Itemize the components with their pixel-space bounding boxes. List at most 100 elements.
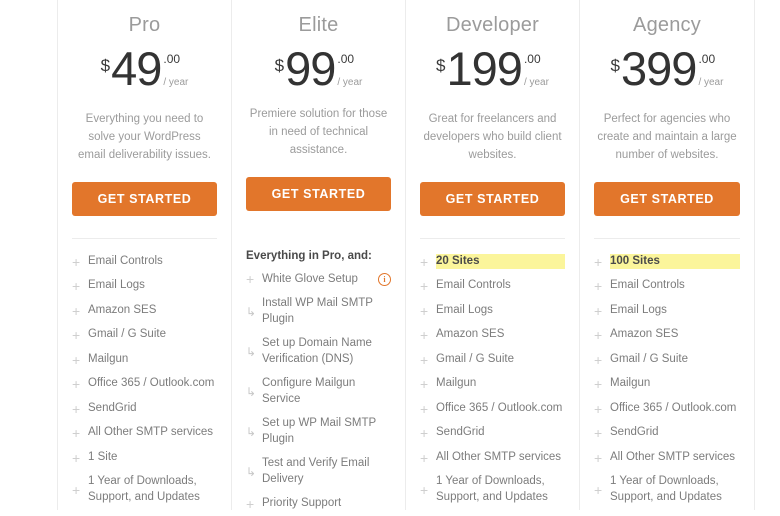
plus-icon: +: [594, 449, 603, 466]
pricing-table: Pro $49.00/ year Everything you need to so…: [0, 0, 780, 511]
feature-label: SendGrid: [436, 426, 485, 439]
price-amount: 49: [111, 42, 162, 95]
plus-icon: +: [72, 351, 81, 368]
plus-icon: +: [420, 376, 429, 393]
plus-icon: +: [594, 327, 603, 344]
feature-item: + Amazon SES: [594, 323, 740, 348]
price-period: / year: [523, 77, 549, 88]
sub-arrow-icon: ↳: [246, 464, 257, 479]
price-amount: 399: [621, 42, 697, 95]
feature-group-heading: Everything in Pro, and:: [246, 250, 372, 263]
feature-item: + SendGrid: [72, 396, 217, 421]
plus-icon: +: [246, 271, 255, 288]
price-cents: .00: [698, 52, 716, 66]
feature-label: Office 365 / Outlook.com: [610, 401, 737, 414]
price-cents: .00: [163, 52, 181, 66]
feature-label: Mailgun: [610, 377, 651, 390]
feature-item: + Amazon SES: [72, 298, 217, 323]
feature-label: Amazon SES: [610, 328, 679, 341]
plan-column-pro: Pro $49.00 / year Everything you need to so…: [58, 0, 232, 510]
feature-item: + White Glove Setup i: [246, 267, 391, 292]
feature-item: + Email Controls: [420, 274, 565, 299]
feature-item: + All Other SMTP services: [420, 445, 565, 470]
plus-icon: +: [594, 481, 603, 498]
feature-label: Configure Mailgun Service: [262, 377, 356, 405]
price-cents: .00: [337, 52, 355, 66]
feature-label: Email Controls: [436, 279, 511, 292]
feature-label: 1 Year of Downloads, Support, and Update…: [88, 475, 200, 503]
feature-item: +1 Site: [72, 445, 217, 470]
price-suffix: .00 / year: [163, 53, 188, 88]
right-gutter: [754, 0, 776, 510]
cta-wrapper: GET STARTED: [420, 182, 565, 217]
cta-wrapper: GET STARTED: [594, 182, 740, 217]
get-started-button[interactable]: GET STARTED: [246, 177, 391, 212]
price-cents: .00: [523, 52, 541, 66]
feature-item: ↳ Install WP Mail SMTP Plugin: [246, 292, 391, 332]
feature-item: +20 Sites: [420, 249, 565, 274]
feature-item: + SendGrid: [594, 421, 740, 446]
plans-container: Pro $49.00/ year Everything you need to so…: [58, 0, 754, 511]
feature-label: SendGrid: [88, 401, 137, 414]
plus-icon: +: [72, 278, 81, 295]
plus-icon: +: [594, 400, 603, 417]
get-started-button[interactable]: GET STARTED: [594, 182, 740, 217]
plan-price: $399.00 / year: [594, 42, 740, 97]
feature-item: +1 Year of Downloads, Support, and Updat…: [420, 470, 565, 510]
plan-tagline: Premiere solution for those in need of t…: [249, 108, 388, 156]
plan-tagline: Perfect for agencies who create and main…: [597, 112, 737, 161]
feature-label: Email Controls: [88, 254, 163, 267]
price-period: / year: [163, 77, 189, 88]
get-started-button[interactable]: GET STARTED: [420, 182, 565, 217]
feature-item: + Email Controls: [72, 249, 217, 274]
feature-label: Email Logs: [436, 303, 493, 316]
feature-label: All Other SMTP services: [610, 450, 736, 463]
currency-symbol: $: [274, 56, 285, 75]
feature-item: ↳ Configure Mailgun Service: [246, 372, 391, 412]
feature-item: + All Other SMTP services: [72, 421, 217, 446]
feature-label: Amazon SES: [436, 328, 505, 341]
plus-icon: +: [594, 376, 603, 393]
feature-label: 1 Year of Downloads, Support, and Update…: [610, 475, 722, 503]
currency-symbol: $: [436, 56, 446, 75]
feature-label: Office 365 / Outlook.com: [88, 377, 215, 390]
feature-list: +20 Sites + Email Controls + Email Logs + Amaz…: [420, 239, 565, 510]
currency-symbol: $: [610, 56, 621, 75]
sub-arrow-icon: ↳: [246, 424, 257, 439]
price-period: / year: [337, 77, 363, 88]
feature-label: Test and Verify Email Delivery: [262, 457, 370, 485]
feature-item: + All Other SMTP services: [594, 445, 740, 470]
price-period: / year: [698, 77, 724, 88]
feature-label: Email Controls: [610, 279, 685, 292]
feature-label: 100 Sites: [610, 253, 740, 270]
feature-item: + Priority Support: [246, 492, 391, 516]
plus-icon: +: [72, 425, 81, 442]
plus-icon: +: [420, 425, 429, 442]
plus-icon: +: [420, 400, 429, 417]
sub-arrow-icon: ↳: [246, 344, 257, 359]
get-started-button[interactable]: GET STARTED: [72, 182, 217, 217]
feature-list: + Email Controls + Email Logs + Amazon SES + Gm…: [72, 239, 217, 510]
feature-item: + Mailgun: [420, 372, 565, 397]
plan-price: $49.00 / year: [72, 42, 217, 97]
price-amount: 199: [446, 42, 523, 95]
sub-arrow-icon: ↳: [246, 384, 257, 399]
feature-item: + Gmail / G Suite: [420, 347, 565, 372]
feature-label: Mailgun: [436, 377, 477, 390]
price-suffix: .00 / year: [524, 53, 549, 88]
feature-label: SendGrid: [610, 426, 659, 439]
info-icon[interactable]: i: [378, 272, 391, 286]
cta-wrapper: GET STARTED: [72, 182, 217, 217]
plus-icon: +: [420, 449, 429, 466]
feature-item: + Office 365 / Outlook.com: [594, 396, 740, 421]
feature-item: + Office 365 / Outlook.com: [420, 396, 565, 421]
feature-label: Amazon SES: [88, 303, 157, 316]
currency-symbol: $: [100, 56, 111, 75]
plus-icon: +: [594, 302, 603, 319]
plus-icon: +: [594, 253, 603, 270]
feature-item: ↳ Test and Verify Email Delivery: [246, 452, 391, 492]
plan-tagline: Everything you need to solve your WordPr…: [78, 112, 211, 161]
feature-label: Office 365 / Outlook.com: [436, 401, 563, 414]
cta-wrapper: GET STARTED: [246, 177, 391, 212]
plus-icon: +: [72, 481, 81, 498]
